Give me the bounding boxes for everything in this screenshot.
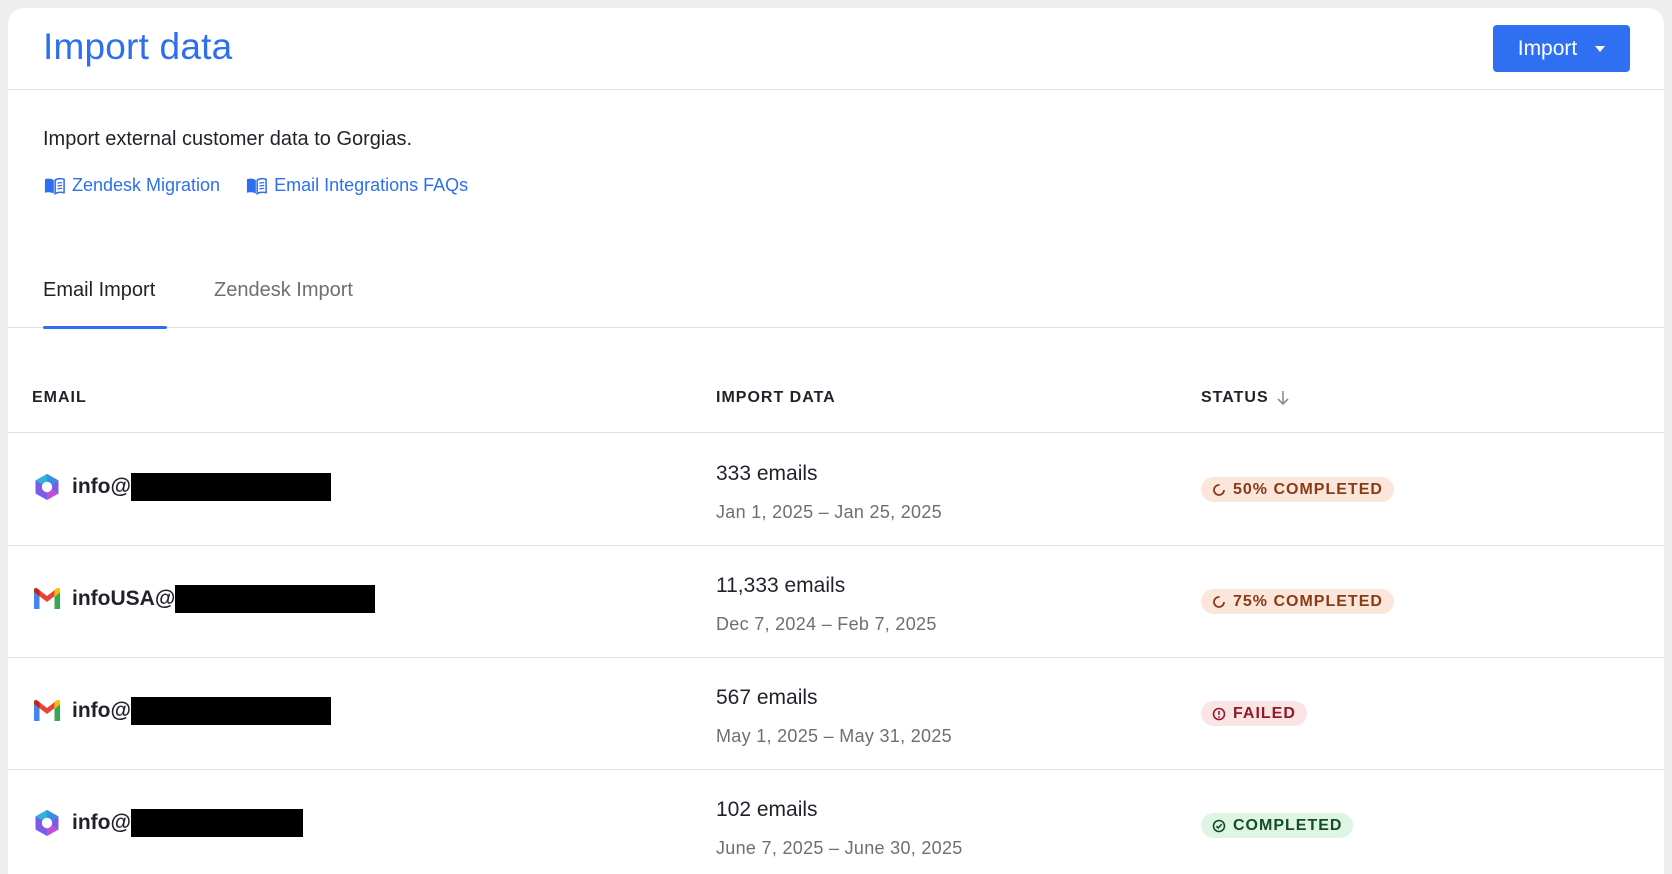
gmail-icon (34, 588, 60, 609)
date-range: Jan 1, 2025 – Jan 25, 2025 (716, 502, 942, 522)
email-address: info@ (72, 811, 131, 834)
gmail-icon (34, 700, 60, 721)
table-row[interactable]: info@ 102 emails June 7, 2025 – June 30,… (8, 770, 1664, 874)
status-label: 75% COMPLETED (1233, 592, 1383, 610)
caret-down-icon (1595, 45, 1606, 52)
email-cell: info@ (32, 472, 331, 502)
alert-circle-icon (1212, 707, 1226, 720)
import-tabs: Email Import Zendesk Import (8, 246, 1664, 329)
date-range: Dec 7, 2024 – Feb 7, 2025 (716, 614, 937, 634)
status-label: COMPLETED (1233, 816, 1343, 834)
status-label: 50% COMPLETED (1233, 480, 1383, 498)
status-badge: 50% COMPLETED (1201, 477, 1394, 502)
email-cell: info@ (32, 696, 331, 726)
email-cell: info@ (32, 808, 303, 838)
help-links: Zendesk Migration Email Integrations FAQ… (43, 175, 468, 196)
email-count: 333 emails (716, 462, 818, 485)
tab-zendesk-import[interactable]: Zendesk Import (214, 246, 353, 328)
email-count: 102 emails (716, 798, 818, 821)
table-header: EMAIL IMPORT DATA STATUS (8, 329, 1664, 433)
email-integrations-faqs-label: Email Integrations FAQs (274, 175, 469, 195)
status-badge: 75% COMPLETED (1201, 589, 1394, 614)
sort-arrow-down-icon (1277, 391, 1289, 406)
table-row[interactable]: info@ 567 emails May 1, 2025 – May 31, 2… (8, 658, 1664, 770)
page-header: Import data Import (8, 8, 1664, 90)
date-range: June 7, 2025 – June 30, 2025 (716, 838, 963, 858)
table-row[interactable]: info@ 333 emails Jan 1, 2025 – Jan 25, 2… (8, 434, 1664, 546)
redacted-block (130, 473, 331, 501)
email-cell: infoUSA@ (32, 584, 376, 614)
redacted-block (130, 809, 303, 837)
date-range: May 1, 2025 – May 31, 2025 (716, 726, 952, 746)
status-badge: FAILED (1201, 701, 1307, 726)
column-header-import-data: IMPORT DATA (716, 389, 836, 406)
redacted-block (175, 585, 376, 613)
check-circle-icon (1212, 819, 1226, 832)
tab-email-import[interactable]: Email Import (43, 246, 167, 329)
status-label: FAILED (1233, 704, 1296, 722)
status-badge: COMPLETED (1201, 813, 1354, 838)
import-button-label: Import (1517, 36, 1578, 60)
microsoft-365-icon (35, 810, 59, 836)
email-address: info@ (72, 699, 131, 722)
column-header-email: EMAIL (32, 389, 87, 406)
zendesk-migration-label: Zendesk Migration (72, 175, 221, 195)
import-data-card: Import data Import Import external custo… (8, 8, 1664, 874)
table-row[interactable]: infoUSA@ 11,333 emails Dec 7, 2024 – Feb… (8, 546, 1664, 658)
spinner-icon (1213, 595, 1225, 608)
column-header-status[interactable]: STATUS (1201, 389, 1291, 407)
microsoft-365-icon (35, 474, 59, 500)
zendesk-migration-link[interactable]: Zendesk Migration (43, 175, 220, 196)
email-address: info@ (72, 475, 131, 498)
redacted-block (130, 697, 331, 725)
book-open-icon (246, 177, 267, 195)
spinner-icon (1213, 483, 1225, 496)
page-description: Import external customer data to Gorgias… (43, 128, 413, 150)
import-dropdown-button[interactable]: Import (1493, 25, 1630, 72)
book-open-icon (44, 177, 65, 195)
email-address: infoUSA@ (72, 587, 176, 610)
email-integrations-faqs-link[interactable]: Email Integrations FAQs (245, 175, 468, 196)
column-header-status-label: STATUS (1201, 389, 1269, 406)
email-count: 11,333 emails (716, 574, 846, 597)
page-title: Import data (43, 26, 233, 67)
email-count: 567 emails (716, 686, 818, 709)
